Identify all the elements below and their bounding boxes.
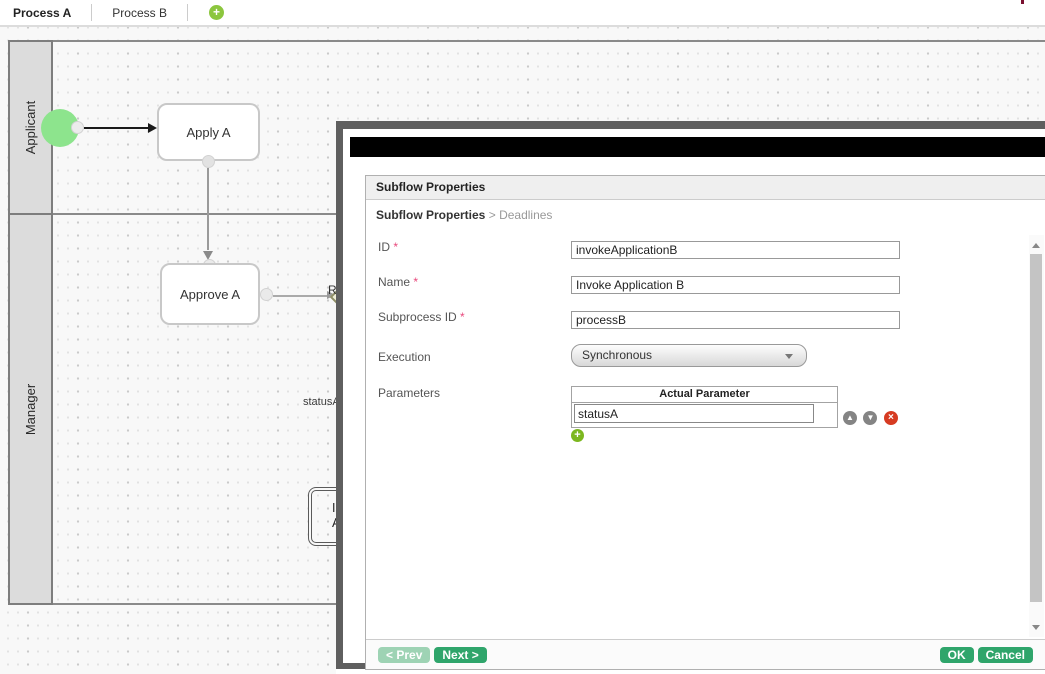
execution-select-value: Synchronous xyxy=(582,348,652,362)
required-marker: * xyxy=(413,275,418,289)
process-tab-bar: Process A Process B + xyxy=(0,0,1045,27)
lane-manager[interactable]: Manager xyxy=(8,213,53,605)
breadcrumb-root: Subflow Properties xyxy=(376,208,485,222)
task-apply-a[interactable]: Apply A xyxy=(157,103,260,161)
task-approve-a-label: Approve A xyxy=(180,287,240,302)
form-scrollbar[interactable] xyxy=(1029,235,1044,637)
id-field[interactable] xyxy=(571,241,900,259)
scroll-down-icon[interactable] xyxy=(1032,625,1040,630)
task-apply-a-label: Apply A xyxy=(186,125,230,140)
parameter-row-actions: ▲ ▼ × xyxy=(843,407,900,425)
approve-right-port[interactable] xyxy=(260,288,273,301)
scroll-up-icon[interactable] xyxy=(1032,243,1040,248)
edge-start-to-apply xyxy=(84,127,150,129)
name-field[interactable] xyxy=(571,276,900,294)
id-label: ID * xyxy=(378,240,398,254)
move-up-icon[interactable]: ▲ xyxy=(843,411,857,425)
process-designer-window: Applicant Manager Apply A Approve A Ro s… xyxy=(0,0,1045,674)
dialog-footer: < Prev Next > OK Cancel xyxy=(366,639,1045,669)
prev-button[interactable]: < Prev xyxy=(378,647,430,663)
subprocess-id-label: Subprocess ID * xyxy=(378,310,465,324)
arrowhead-icon xyxy=(148,123,157,133)
move-down-icon[interactable]: ▼ xyxy=(863,411,877,425)
lane-applicant-label: Applicant xyxy=(23,101,38,154)
edge-apply-to-approve xyxy=(207,168,209,250)
parameter-value-field[interactable] xyxy=(574,404,814,423)
required-marker: * xyxy=(393,240,398,254)
cursor-artifact xyxy=(1021,0,1024,4)
parameters-label: Parameters xyxy=(378,386,440,400)
panel-title: Subflow Properties xyxy=(366,176,1045,200)
lane-manager-label: Manager xyxy=(23,383,38,434)
dialog-frame: Subflow Properties Subflow Properties > … xyxy=(336,121,1045,669)
add-parameter-icon[interactable]: + xyxy=(571,429,584,442)
ok-button[interactable]: OK xyxy=(940,647,974,663)
cancel-button[interactable]: Cancel xyxy=(978,647,1033,663)
subflow-form: ID * Name * Subprocess ID * Execution Sy… xyxy=(366,228,1045,639)
pool-top-border xyxy=(8,40,1045,42)
dialog-panel: Subflow Properties Subflow Properties > … xyxy=(365,175,1045,670)
tab-process-a[interactable]: Process A xyxy=(0,6,91,20)
subprocess-id-field[interactable] xyxy=(571,311,900,329)
name-label: Name * xyxy=(378,275,418,289)
subflow-properties-dialog: Subflow Properties Subflow Properties > … xyxy=(336,121,1045,674)
next-button[interactable]: Next > xyxy=(434,647,486,663)
execution-select[interactable]: Synchronous xyxy=(571,344,807,367)
tab-process-b[interactable]: Process B xyxy=(92,6,187,20)
task-approve-a[interactable]: Approve A xyxy=(160,263,260,325)
scrollbar-thumb[interactable] xyxy=(1030,254,1042,602)
tab-separator xyxy=(187,4,188,21)
add-process-icon[interactable]: + xyxy=(209,5,224,20)
required-marker: * xyxy=(460,310,465,324)
dialog-title-bar[interactable] xyxy=(350,137,1045,157)
parameters-column-header: Actual Parameter xyxy=(571,386,838,403)
breadcrumb: Subflow Properties > Deadlines xyxy=(366,200,1045,226)
breadcrumb-separator: > xyxy=(489,208,496,222)
breadcrumb-current: Deadlines xyxy=(499,208,552,222)
chevron-down-icon xyxy=(785,354,793,359)
apply-bottom-port[interactable] xyxy=(202,155,215,168)
execution-label: Execution xyxy=(378,350,431,364)
parameter-row xyxy=(571,402,838,428)
delete-row-icon[interactable]: × xyxy=(884,411,898,425)
edge-approve-to-route xyxy=(273,295,327,297)
start-event-port[interactable] xyxy=(71,121,84,134)
